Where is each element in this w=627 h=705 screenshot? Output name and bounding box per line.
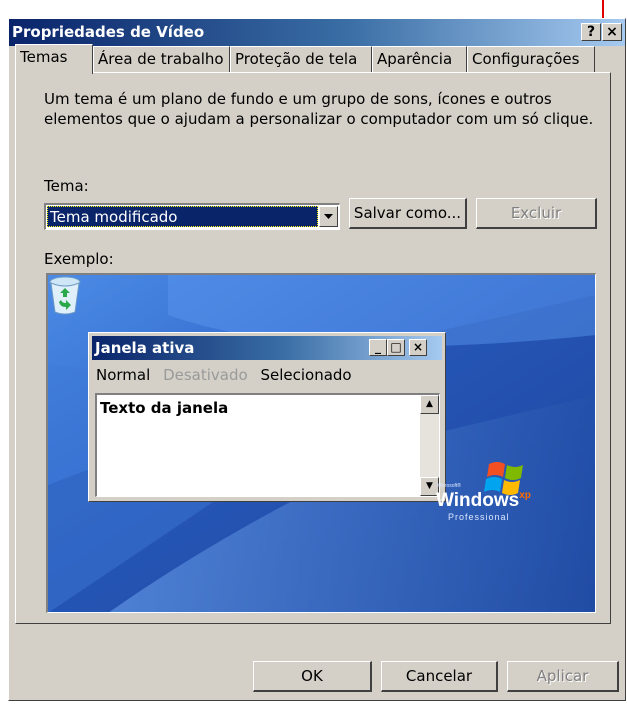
menu-disabled: Desativado [163, 366, 248, 384]
chevron-down-icon [324, 214, 333, 219]
tab-label: Temas [20, 48, 68, 66]
sample-window-text-area: Texto da janela ▲ ▼ [95, 393, 440, 497]
menu-selected: Selecionado [260, 366, 352, 384]
preview-label: Exemplo: [44, 250, 114, 268]
tab-temas[interactable]: Temas [15, 44, 93, 74]
save-as-button[interactable]: Salvar como... [349, 198, 467, 229]
tab-area-de-trabalho[interactable]: Área de trabalho [93, 46, 230, 72]
title-bar[interactable]: Propriedades de Vídeo ? × [9, 19, 625, 46]
close-icon: × [606, 24, 618, 40]
close-button[interactable]: × [602, 23, 622, 41]
logo-xp: xp [519, 490, 531, 501]
recycle-bin-icon [49, 276, 81, 315]
theme-select[interactable]: Tema modificado [44, 203, 340, 230]
dropdown-button[interactable] [319, 206, 338, 227]
tab-protecao-de-tela[interactable]: Proteção de tela [230, 46, 372, 72]
scroll-up-icon: ▲ [420, 395, 439, 414]
logo-microsoft-text: Microsoft® [437, 483, 461, 489]
help-icon: ? [586, 24, 596, 40]
theme-label: Tema: [44, 177, 89, 195]
sample-window-title: Janela ativa [95, 339, 195, 357]
tab-label: Aparência [377, 50, 453, 68]
help-button[interactable]: ? [581, 23, 601, 41]
sample-window-text: Texto da janela [100, 399, 229, 417]
window-title: Propriedades de Vídeo [12, 23, 205, 41]
logo-word: Windows [436, 490, 520, 511]
theme-select-value: Tema modificado [47, 206, 318, 227]
apply-button[interactable]: Aplicar [507, 661, 619, 692]
delete-button[interactable]: Excluir [476, 198, 597, 229]
tab-configuracoes[interactable]: Configurações [467, 46, 595, 72]
maximize-icon: □ [387, 339, 405, 356]
sample-window-titlebar: Janela ativa _ □ × [92, 336, 442, 360]
cancel-button[interactable]: Cancelar [381, 661, 498, 692]
tab-label: Proteção de tela [235, 50, 358, 68]
tab-label: Área de trabalho [98, 50, 224, 68]
logo-edition-text: Professional [448, 512, 510, 522]
sample-active-window: Janela ativa _ □ × Normal Desativado Sel… [88, 332, 446, 502]
logo-windows-text: Windowsxp [436, 490, 531, 512]
sample-menu: Normal Desativado Selecionado [96, 366, 360, 384]
windows-xp-logo: Microsoft® Windowsxp Professional [433, 460, 553, 532]
close-icon: × [409, 339, 427, 356]
ok-button[interactable]: OK [253, 661, 372, 692]
menu-normal: Normal [96, 366, 151, 384]
theme-description: Um tema é um plano de fundo e um grupo d… [44, 90, 594, 128]
tab-label: Configurações [472, 50, 580, 68]
tab-aparencia[interactable]: Aparência [372, 46, 467, 72]
minimize-icon: _ [369, 339, 387, 356]
theme-preview: Janela ativa _ □ × Normal Desativado Sel… [46, 273, 596, 613]
